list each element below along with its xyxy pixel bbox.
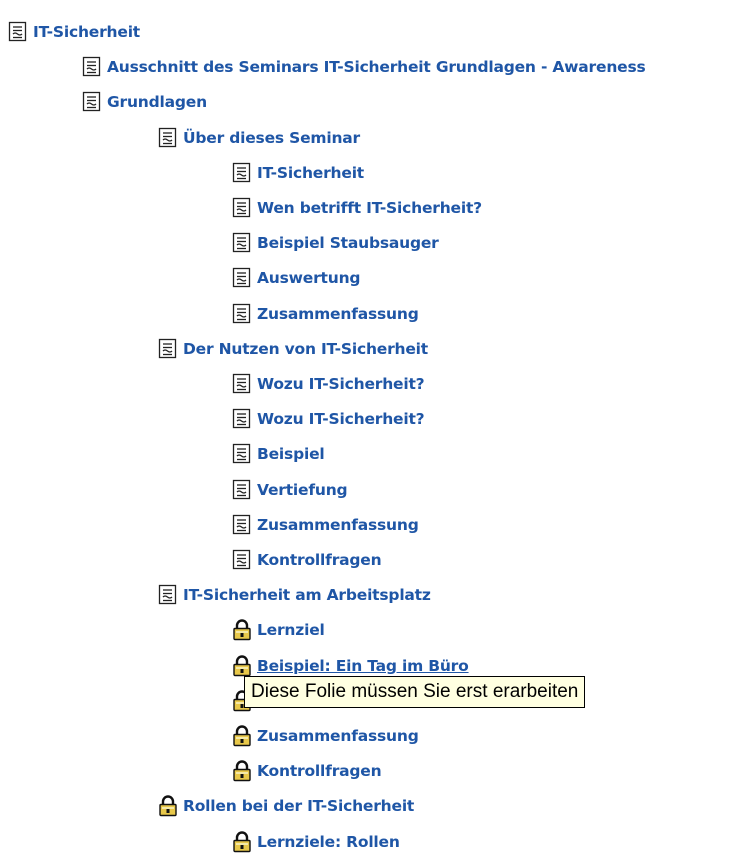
tree-item[interactable]: IT-Sicherheit xyxy=(232,160,364,186)
tooltip-text: Diese Folie müssen Sie erst erarbeiten xyxy=(251,681,579,702)
tree-item[interactable]: Wen betrifft IT-Sicherheit? xyxy=(232,195,482,221)
locked-slide-tooltip: Diese Folie müssen Sie erst erarbeiten xyxy=(244,676,586,708)
lock-icon xyxy=(232,831,252,853)
tree-item-label[interactable]: Zusammenfassung xyxy=(257,516,419,534)
document-icon xyxy=(232,549,252,571)
tree-item[interactable]: Wozu IT-Sicherheit? xyxy=(232,371,425,397)
lock-icon xyxy=(232,655,252,677)
tree-item-label[interactable]: Kontrollfragen xyxy=(257,551,382,569)
tree-item-label[interactable]: IT-Sicherheit xyxy=(33,23,140,41)
tree-item[interactable]: Kontrollfragen xyxy=(232,547,382,573)
tree-item-label[interactable]: Rollen bei der IT-Sicherheit xyxy=(183,797,414,815)
tree-item[interactable]: Über dieses Seminar xyxy=(158,125,360,151)
tree-item-label[interactable]: Lernziele: Rollen xyxy=(257,833,400,851)
document-icon xyxy=(232,443,252,465)
document-icon xyxy=(232,479,252,501)
document-icon xyxy=(232,408,252,430)
tree-item-label[interactable]: Grundlagen xyxy=(107,93,207,111)
tree-item-label[interactable]: Zusammenfassung xyxy=(257,727,419,745)
tree-item[interactable]: Beispiel Staubsauger xyxy=(232,230,439,256)
document-icon xyxy=(232,373,252,395)
document-icon xyxy=(158,584,178,606)
document-icon xyxy=(8,21,28,43)
document-icon xyxy=(82,91,102,113)
lock-icon xyxy=(158,795,178,817)
document-icon xyxy=(232,303,252,325)
document-icon xyxy=(82,56,102,78)
tree-item[interactable]: Wozu IT-Sicherheit? xyxy=(232,406,425,432)
tree-item[interactable]: Zusammenfassung xyxy=(232,512,419,538)
tree-item-label[interactable]: Beispiel xyxy=(257,445,325,463)
tree-item[interactable]: Lernziel xyxy=(232,617,325,643)
tree-item[interactable]: IT-Sicherheit am Arbeitsplatz xyxy=(158,582,431,608)
document-icon xyxy=(158,127,178,149)
tree-item[interactable]: IT-Sicherheit xyxy=(8,19,140,45)
tree-item[interactable]: Auswertung xyxy=(232,265,361,291)
tree-item-label[interactable]: IT-Sicherheit xyxy=(257,164,364,182)
tree-item-label[interactable]: Wen betrifft IT-Sicherheit? xyxy=(257,199,482,217)
tree-item-label[interactable]: Beispiel Staubsauger xyxy=(257,234,439,252)
tree-item-label[interactable]: Ausschnitt des Seminars IT-Sicherheit Gr… xyxy=(107,58,646,76)
tree-item-label[interactable]: IT-Sicherheit am Arbeitsplatz xyxy=(183,586,431,604)
lock-icon xyxy=(232,619,252,641)
tree-item-label[interactable]: Wozu IT-Sicherheit? xyxy=(257,410,425,428)
tree-item[interactable]: Zusammenfassung xyxy=(232,723,419,749)
tree-item-label[interactable]: Beispiel: Ein Tag im Büro xyxy=(257,657,469,675)
tree-item-label[interactable]: Zusammenfassung xyxy=(257,305,419,323)
tree-item[interactable]: Rollen bei der IT-Sicherheit xyxy=(158,793,414,819)
tree-item-label[interactable]: Der Nutzen von IT-Sicherheit xyxy=(183,340,428,358)
lock-icon xyxy=(232,725,252,747)
lock-icon xyxy=(232,760,252,782)
tree-item-label[interactable]: Lernziel xyxy=(257,621,325,639)
tree-item-label[interactable]: Auswertung xyxy=(257,269,361,287)
tree-item[interactable]: Lernziele: Rollen xyxy=(232,829,400,855)
tree-item-label[interactable]: Vertiefung xyxy=(257,481,348,499)
tree-item-label[interactable]: Über dieses Seminar xyxy=(183,129,360,147)
tree-item[interactable]: Der Nutzen von IT-Sicherheit xyxy=(158,336,428,362)
tree-item[interactable]: Ausschnitt des Seminars IT-Sicherheit Gr… xyxy=(82,54,646,80)
document-icon xyxy=(232,197,252,219)
tree-item[interactable]: Grundlagen xyxy=(82,89,207,115)
tree-item[interactable]: Beispiel xyxy=(232,441,325,467)
document-icon xyxy=(232,514,252,536)
document-icon xyxy=(158,338,178,360)
tree-item-label[interactable]: Wozu IT-Sicherheit? xyxy=(257,375,425,393)
document-icon xyxy=(232,267,252,289)
document-icon xyxy=(232,162,252,184)
tree-item[interactable]: Kontrollfragen xyxy=(232,758,382,784)
tree-item[interactable]: Vertiefung xyxy=(232,477,348,503)
tree-item[interactable]: Zusammenfassung xyxy=(232,301,419,327)
document-icon xyxy=(232,232,252,254)
tree-item-label[interactable]: Kontrollfragen xyxy=(257,762,382,780)
